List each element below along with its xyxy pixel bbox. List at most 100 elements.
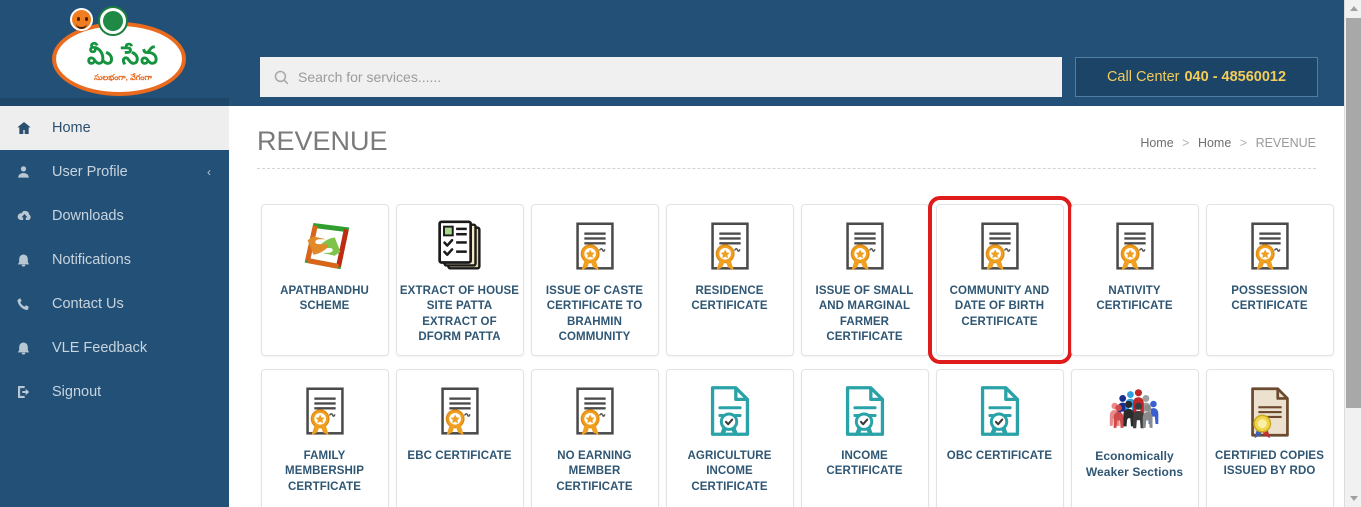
service-card-slot: FAMILY MEMBERSHIP CERTFICATE: [257, 369, 392, 507]
verified-document-icon: [969, 381, 1031, 443]
service-card-slot: CERTIFIED COPIES ISSUED BY RDO: [1202, 369, 1337, 507]
search-input[interactable]: [298, 57, 1062, 97]
phone-icon: [16, 296, 52, 312]
service-card-label: POSSESSION CERTIFICATE: [1231, 285, 1308, 313]
call-center-label: Call Center: [1106, 69, 1180, 85]
service-card[interactable]: OBC CERTIFICATE: [935, 369, 1064, 507]
service-card-slot: ISSUE OF CASTE CERTIFICATE TO BRAHMIN CO…: [527, 204, 662, 369]
service-card[interactable]: ISSUE OF CASTE CERTIFICATE TO BRAHMIN CO…: [530, 204, 659, 356]
mee-seva-logo[interactable]: మీ సేవ సులభంగా, వేగంగా: [44, 6, 194, 100]
logo-telugu-title: మీ సేవ: [86, 43, 160, 70]
breadcrumb: Home > Home > REVENUE: [1140, 136, 1316, 150]
sidebar-item-signout[interactable]: Signout: [0, 370, 229, 414]
service-card[interactable]: FAMILY MEMBERSHIP CERTFICATE: [260, 369, 389, 507]
scroll-up-arrow-icon[interactable]: [1345, 0, 1361, 17]
service-card-slot: ISSUE OF SMALL AND MARGINAL FARMER CERTI…: [797, 204, 932, 369]
sidebar-item-label: Signout: [52, 384, 102, 400]
service-card-label: EXTRACT OF HOUSE SITE PATTA EXTRACT OF D…: [399, 285, 520, 343]
bell-icon: [16, 252, 52, 268]
call-center-number: 040 - 48560012: [1184, 69, 1287, 85]
home-icon: [16, 120, 52, 136]
main-content: REVENUE Home > Home > REVENUE APATHBANDH…: [229, 106, 1344, 507]
sidebar-item-user-profile[interactable]: User Profile ‹: [0, 150, 229, 194]
scrollbar-thumb[interactable]: [1346, 18, 1361, 408]
service-card[interactable]: CERTIFIED COPIES ISSUED BY RDO: [1205, 369, 1334, 507]
breadcrumb-item-current: REVENUE: [1255, 136, 1316, 150]
sidebar-item-downloads[interactable]: Downloads: [0, 194, 229, 238]
certificate-icon: [834, 216, 896, 278]
service-card-slot: APATHBANDHU SCHEME: [257, 204, 392, 369]
certificate-icon: [1239, 216, 1301, 278]
signout-icon: [16, 384, 52, 400]
hands-care-icon: [294, 216, 356, 278]
sidebar-item-label: VLE Feedback: [52, 340, 148, 356]
service-card-label: OBC CERTIFICATE: [946, 450, 1053, 462]
certificate-icon: [699, 216, 761, 278]
certificate-icon: [969, 216, 1031, 278]
page-title: REVENUE: [257, 126, 388, 156]
service-card[interactable]: ISSUE OF SMALL AND MARGINAL FARMER CERTI…: [800, 204, 929, 356]
search-icon: [273, 69, 290, 86]
sidebar-item-notifications[interactable]: Notifications: [0, 238, 229, 282]
top-header: మీ సేవ సులభంగా, వేగంగా Call Center 040 -…: [0, 0, 1344, 106]
service-card-label: Economically Weaker Sections: [1085, 449, 1184, 479]
certificate-icon: [564, 381, 626, 443]
service-card[interactable]: POSSESSION CERTIFICATE: [1205, 204, 1334, 356]
documents-checklist-icon: [429, 216, 491, 278]
page-header: REVENUE Home > Home > REVENUE: [229, 106, 1344, 169]
service-card-label: CERTIFIED COPIES ISSUED BY RDO: [1215, 450, 1324, 478]
bell-outline-icon: [16, 340, 52, 356]
service-card[interactable]: NO EARNING MEMBER CERTIFICATE: [530, 369, 659, 507]
service-card[interactable]: RESIDENCE CERTIFICATE: [665, 204, 794, 356]
chevron-left-icon[interactable]: ‹: [207, 165, 211, 179]
service-card[interactable]: AGRICULTURE INCOME CERTIFICATE: [665, 369, 794, 507]
service-card[interactable]: Economically Weaker Sections: [1070, 369, 1199, 507]
service-card[interactable]: EXTRACT OF HOUSE SITE PATTA EXTRACT OF D…: [395, 204, 524, 356]
breadcrumb-item-1[interactable]: Home: [1140, 136, 1173, 150]
verified-document-icon: [834, 381, 896, 443]
service-card-slot: EXTRACT OF HOUSE SITE PATTA EXTRACT OF D…: [392, 204, 527, 369]
page-scrollbar[interactable]: [1344, 0, 1361, 507]
service-card-label: APATHBANDHU SCHEME: [280, 285, 369, 313]
logo-telugu-tagline: సులభంగా, వేగంగా: [94, 73, 152, 82]
search-bar[interactable]: [260, 57, 1062, 97]
certificate-icon: [294, 381, 356, 443]
service-card-slot: AGRICULTURE INCOME CERTIFICATE: [662, 369, 797, 507]
service-card[interactable]: COMMUNITY AND DATE OF BIRTH CERTIFICATE: [927, 196, 1072, 364]
service-card-label: INCOME CERTIFICATE: [826, 450, 903, 478]
certificate-icon: [564, 216, 626, 278]
emblem-inner: [103, 11, 123, 31]
service-card-label: RESIDENCE CERTIFICATE: [691, 285, 768, 313]
sidebar-item-contact-us[interactable]: Contact Us: [0, 282, 229, 326]
service-card-slot: POSSESSION CERTIFICATE: [1202, 204, 1337, 369]
sidebar-item-home[interactable]: Home: [0, 106, 229, 150]
service-card[interactable]: INCOME CERTIFICATE: [800, 369, 929, 507]
smiley-icon: [70, 8, 93, 31]
verified-document-icon: [699, 381, 761, 443]
service-card[interactable]: APATHBANDHU SCHEME: [260, 204, 389, 356]
service-card-slot: COMMUNITY AND DATE OF BIRTH CERTIFICATE: [927, 196, 1072, 369]
service-card-label: NO EARNING MEMBER CERTIFICATE: [556, 450, 633, 493]
service-card-slot: RESIDENCE CERTIFICATE: [662, 204, 797, 369]
service-card-slot: INCOME CERTIFICATE: [797, 369, 932, 507]
service-card[interactable]: NATIVITY CERTIFICATE: [1070, 204, 1199, 356]
service-card-slot: OBC CERTIFICATE: [932, 369, 1067, 507]
breadcrumb-item-2[interactable]: Home: [1198, 136, 1231, 150]
service-card-slot: NATIVITY CERTIFICATE: [1067, 204, 1202, 369]
certificate-icon: [429, 381, 491, 443]
service-grid: APATHBANDHU SCHEME EXTRACT OF HOUSE SITE…: [257, 196, 1337, 507]
sidebar-item-label: User Profile: [52, 164, 128, 180]
sidebar-item-label: Notifications: [52, 252, 131, 268]
service-card-slot: Economically Weaker Sections: [1067, 369, 1202, 507]
sidebar-item-vle-feedback[interactable]: VLE Feedback: [0, 326, 229, 370]
service-card-slot: EBC CERTIFICATE: [392, 369, 527, 507]
call-center-button[interactable]: Call Center 040 - 48560012: [1075, 57, 1318, 97]
scroll-down-arrow-icon[interactable]: [1345, 490, 1361, 507]
service-card[interactable]: EBC CERTIFICATE: [395, 369, 524, 507]
people-group-icon: [1104, 381, 1166, 443]
sealed-document-icon: [1239, 381, 1301, 443]
service-card-label: AGRICULTURE INCOME CERTIFICATE: [687, 450, 772, 493]
certificate-icon: [1104, 216, 1166, 278]
service-card-label: ISSUE OF SMALL AND MARGINAL FARMER CERTI…: [815, 285, 914, 343]
sidebar-item-label: Downloads: [52, 208, 124, 224]
